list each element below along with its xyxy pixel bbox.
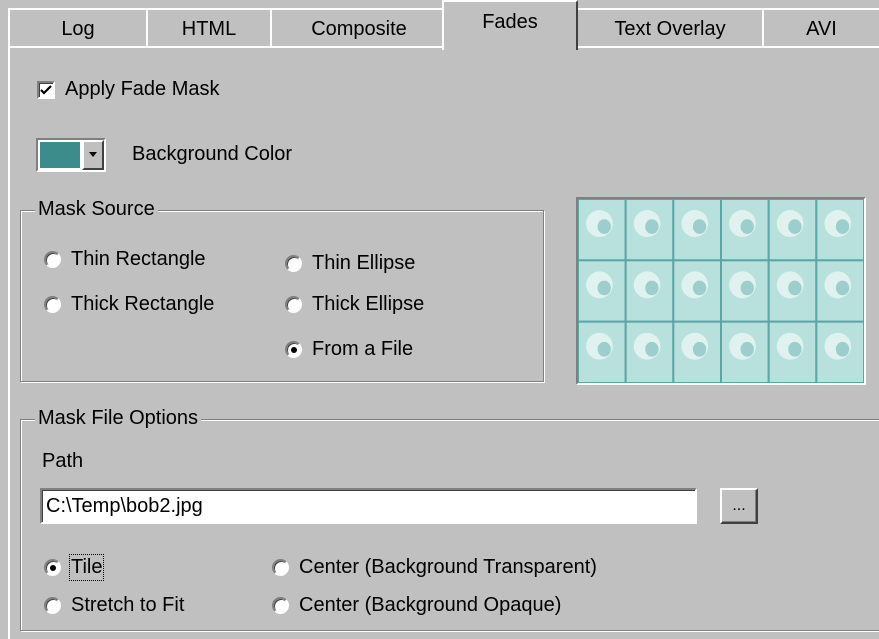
radio-from-a-file[interactable]: From a File	[285, 338, 413, 361]
radio-thick-ellipse[interactable]: Thick Ellipse	[285, 293, 424, 316]
apply-fade-mask-checkbox[interactable]: Apply Fade Mask	[37, 78, 220, 101]
preview-tile-shade	[645, 341, 659, 357]
preview-tile-shade	[692, 219, 707, 234]
tab-strip: Log HTML Composite Text Overlay AVI Fade…	[0, 0, 879, 50]
radio-label: Thick Rectangle	[71, 293, 215, 315]
path-label: Path	[42, 450, 84, 472]
preview-tile-shade	[692, 280, 707, 296]
preview-tile-shade	[835, 219, 850, 234]
radio-label: Tile	[68, 554, 105, 581]
radio-label: Thick Ellipse	[312, 293, 425, 315]
radio-circle[interactable]	[285, 296, 302, 313]
background-color-label: Background Color	[132, 143, 293, 165]
radio-thin-rectangle[interactable]: Thin Rectangle	[44, 248, 206, 271]
radio-label: Center (Background Transparent)	[299, 556, 597, 578]
radio-label: Thin Rectangle	[71, 248, 206, 270]
radio-center-opaque[interactable]: Center (Background Opaque)	[272, 594, 561, 617]
chevron-down-icon	[89, 152, 97, 157]
preview-tile-shade	[740, 280, 754, 296]
radio-label: Thin Ellipse	[312, 252, 416, 274]
radio-selected-dot	[290, 346, 297, 353]
preview-tile-shade	[740, 341, 754, 357]
radio-circle[interactable]	[44, 296, 61, 313]
mask-preview-image	[576, 197, 866, 385]
radio-circle[interactable]	[44, 597, 61, 614]
radio-circle[interactable]	[44, 559, 61, 576]
browse-label: ...	[732, 497, 746, 514]
background-color-dropdown[interactable]	[36, 138, 106, 172]
preview-tile-shade	[645, 219, 659, 234]
preview-tile-shade	[788, 341, 802, 357]
radio-stretch-to-fit[interactable]: Stretch to Fit	[44, 594, 184, 617]
dropdown-button[interactable]	[82, 140, 104, 170]
radio-circle[interactable]	[44, 251, 61, 268]
preview-tile-shade	[645, 280, 659, 296]
radio-label: Stretch to Fit	[71, 594, 185, 616]
checkmark-icon	[40, 84, 52, 95]
path-input[interactable]	[40, 488, 697, 524]
tiled-mask-preview	[578, 199, 864, 383]
preview-tile-shade	[835, 341, 850, 357]
browse-button[interactable]: ...	[720, 488, 758, 524]
tab-avi[interactable]: AVI	[762, 8, 879, 46]
radio-center-transparent[interactable]: Center (Background Transparent)	[272, 556, 597, 579]
radio-circle[interactable]	[272, 559, 289, 576]
tab-html[interactable]: HTML	[146, 8, 272, 46]
preview-tile-shade	[692, 341, 707, 357]
radio-circle[interactable]	[285, 255, 302, 272]
apply-fade-mask-label: Apply Fade Mask	[65, 78, 220, 100]
preview-tile-shade	[597, 280, 611, 296]
color-swatch	[40, 142, 80, 168]
radio-thick-rectangle[interactable]: Thick Rectangle	[44, 293, 214, 316]
preview-tile-shade	[835, 280, 850, 296]
preview-tile-shade	[788, 280, 802, 296]
radio-circle[interactable]	[272, 597, 289, 614]
tab-text-overlay[interactable]: Text Overlay	[576, 8, 764, 46]
preview-tile-shade	[597, 219, 611, 234]
preview-tile-shade	[597, 341, 611, 357]
radio-circle[interactable]	[285, 341, 302, 358]
tab-fades[interactable]: Fades	[442, 0, 578, 50]
tab-log[interactable]: Log	[8, 8, 148, 46]
radio-selected-dot	[49, 564, 56, 571]
preview-tile-shade	[740, 219, 754, 234]
radio-thin-ellipse[interactable]: Thin Ellipse	[285, 252, 415, 275]
radio-label: From a File	[312, 338, 414, 360]
tab-composite[interactable]: Composite	[270, 8, 448, 46]
checkbox-box[interactable]	[37, 80, 55, 99]
preview-tile-shade	[788, 219, 802, 234]
radio-label: Center (Background Opaque)	[299, 594, 562, 616]
radio-tile[interactable]: Tile	[44, 554, 105, 581]
mask-file-options-legend: Mask File Options	[35, 407, 202, 430]
mask-source-legend: Mask Source	[35, 198, 158, 221]
